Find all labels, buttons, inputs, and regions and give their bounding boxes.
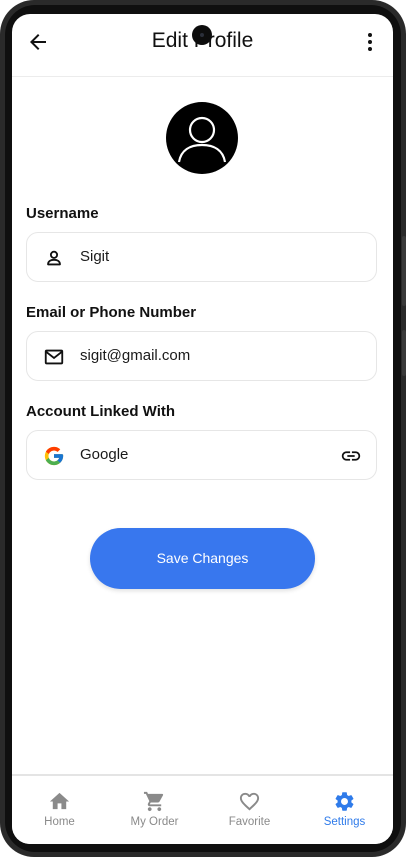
person-outline-icon (47, 250, 61, 266)
link-icon[interactable] (340, 445, 362, 467)
app-screen: Edit Profile Username Sigit Email or Pho… (12, 14, 393, 844)
username-value: Sigit (80, 248, 110, 265)
nav-label-my-order: My Order (130, 816, 179, 828)
email-value: sigit@gmail.com (80, 347, 191, 364)
nav-item-settings[interactable]: Settings (297, 776, 392, 844)
email-field[interactable]: sigit@gmail.com (26, 331, 377, 381)
nav-label-favorite: Favorite (228, 816, 271, 828)
avatar[interactable] (166, 102, 238, 174)
nav-item-home[interactable]: Home (12, 776, 107, 844)
nav-label-settings: Settings (323, 816, 366, 828)
more-vert-icon[interactable] (358, 30, 382, 54)
save-changes-button[interactable]: Save Changes (90, 528, 315, 589)
nav-item-my-order[interactable]: My Order (107, 776, 202, 844)
app-bar: Edit Profile (12, 14, 393, 77)
bottom-navigation: Home My Order Favorite Settings (12, 774, 393, 844)
person-icon (177, 116, 227, 163)
mail-outline-icon (44, 349, 64, 365)
google-icon (44, 446, 64, 466)
front-camera (192, 25, 212, 45)
linked-account-label: Account Linked With (26, 403, 176, 420)
power-button (402, 330, 406, 376)
nav-item-favorite[interactable]: Favorite (202, 776, 297, 844)
cart-icon (143, 791, 164, 812)
nav-label-home: Home (44, 816, 75, 828)
heart-outline-icon (239, 792, 260, 811)
username-label: Username (26, 205, 99, 222)
email-label: Email or Phone Number (26, 304, 197, 321)
username-field[interactable]: Sigit (26, 232, 377, 282)
linked-account-field[interactable]: Google (26, 430, 377, 480)
home-icon (49, 792, 70, 810)
linked-account-value: Google (80, 446, 129, 463)
gear-icon (335, 792, 354, 811)
volume-button (402, 236, 406, 306)
